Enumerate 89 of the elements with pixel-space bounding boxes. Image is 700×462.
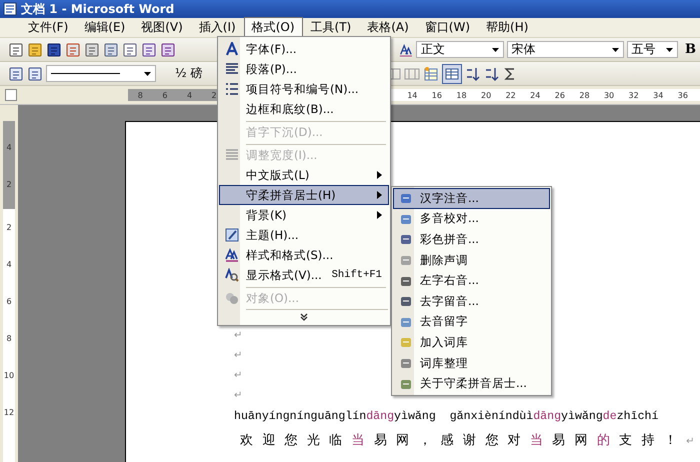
ruler-number: 14	[406, 90, 418, 100]
menu-item[interactable]: 字体(F)...	[219, 39, 389, 59]
paragraph-mark: ↵	[234, 390, 242, 401]
font-size-dropdown[interactable]: 五号	[626, 41, 678, 58]
paragraph-mark: ↵	[234, 350, 242, 361]
ruler-number: 20	[480, 90, 492, 100]
menu-item[interactable]: 关于守柔拼音居士...	[393, 373, 550, 394]
menu-bar-item[interactable]: 编辑(E)	[76, 17, 134, 38]
ruler-number: 32	[628, 90, 640, 100]
window-title: 文档 1 - Microsoft Word	[21, 0, 174, 18]
paragraph-mark: ↵	[234, 370, 242, 381]
menu-item[interactable]: 主题(H)...	[219, 225, 389, 245]
submenu-arrow-icon	[377, 191, 382, 199]
font-dropdown[interactable]: 宋体	[506, 41, 624, 58]
expand-icon[interactable]	[300, 313, 308, 321]
hanzi-line: 欢迎您光临 当 易网，感谢您对 当 易网 的 支持！↵	[240, 432, 696, 449]
menu-bar-item[interactable]: 插入(I)	[190, 17, 244, 38]
menu-item[interactable]: 去音留字	[393, 312, 550, 332]
ruler-number: 36	[676, 90, 689, 100]
line-style-dropdown[interactable]	[46, 65, 156, 82]
menu-item[interactable]: 项目符号和编号(N)...	[219, 79, 389, 99]
menu-bar-item[interactable]: 帮助(H)	[478, 17, 536, 38]
menu-item[interactable]: 删除声调	[393, 250, 550, 270]
ruler-number: 22	[504, 90, 517, 100]
dropdown-caret-icon	[666, 48, 674, 52]
menu-item[interactable]: 段落(P)...	[219, 59, 389, 79]
ruler-number: 16	[430, 90, 443, 100]
tab-selector[interactable]	[5, 89, 17, 101]
menu-item[interactable]: 去字留音...	[393, 290, 550, 312]
menu-item[interactable]: 彩色拼音...	[393, 229, 550, 250]
table-autoformat-icon[interactable]	[423, 66, 440, 82]
menu-item[interactable]: 多音校对...	[393, 208, 550, 230]
submenu-arrow-icon	[377, 211, 382, 219]
menu-item[interactable]: 边框和底纹(B)...	[219, 99, 389, 119]
object-icon	[225, 291, 239, 305]
ruler-number: 28	[578, 90, 591, 100]
menu-bar-item[interactable]: 工具(T)	[302, 17, 360, 38]
ruler-number: 26	[554, 90, 566, 100]
menu-item[interactable]: 显示格式(V)... Shift+F1	[219, 265, 389, 285]
ruler-number: 18	[455, 90, 468, 100]
menu-bar-item[interactable]: 文件(F)	[20, 17, 76, 38]
submenu-arrow-icon	[377, 171, 382, 179]
menu-bar-item[interactable]: 窗口(W)	[416, 17, 478, 38]
menu-item[interactable]: 左字右音...	[393, 270, 550, 291]
font-icon	[225, 42, 239, 56]
menu-bar-item[interactable]: 表格(A)	[359, 17, 417, 38]
styles-pane-icon[interactable]	[399, 42, 414, 58]
sort-descending-icon[interactable]	[484, 66, 500, 82]
styles-icon	[225, 248, 239, 262]
menu-item[interactable]: 中文版式(L)	[219, 165, 389, 185]
ruler-number: 2	[6, 179, 12, 191]
paragraph-icon	[225, 62, 239, 76]
menu-item[interactable]: 汉字注音...	[393, 188, 550, 209]
ruler-number: 8	[6, 333, 12, 345]
menu-item[interactable]: 加入词库	[393, 332, 550, 353]
theme-icon	[225, 228, 239, 242]
dropdown-caret-icon	[492, 48, 499, 52]
menu-item[interactable]: 样式和格式(S)...	[219, 245, 389, 265]
dropdown-caret-icon	[144, 72, 151, 76]
sort-ascending-icon[interactable]	[465, 66, 482, 82]
ruler-number: 4	[186, 90, 194, 100]
dropdown-caret-icon	[612, 48, 619, 52]
ruler-number: 24	[529, 90, 542, 100]
ruler-number: 34	[652, 90, 664, 100]
bold-button[interactable]: B	[681, 42, 700, 57]
reveal-format-icon	[225, 268, 239, 282]
ruler-number: 8	[136, 90, 144, 100]
ruler-number: 12	[4, 407, 14, 419]
menu-item[interactable]: 背景(K)	[219, 205, 389, 225]
ruler-number: 6	[6, 296, 12, 308]
menu-item[interactable]: 词库整理	[393, 352, 550, 374]
ruler-number: 2	[6, 222, 12, 234]
bullet-list-icon	[225, 82, 239, 96]
menu-bar-item[interactable]: 格式(O)	[244, 17, 303, 38]
new-document-icon[interactable]	[8, 42, 24, 58]
word-document-icon	[3, 2, 17, 16]
menu-bar-item[interactable]: 视图(V)	[133, 17, 191, 38]
pinyin-line: huānyíngnínguānglíndāngyìwǎng gǎnxièníndùìdāngyìwǎngdezhīchí	[234, 410, 660, 423]
menu-item[interactable]: 守柔拼音居士(H)	[219, 185, 389, 205]
align-icon	[225, 148, 239, 162]
ruler-number: 2	[210, 90, 218, 100]
ruler-number: 30	[602, 90, 616, 100]
ruler-number: 10	[4, 370, 14, 382]
ruler-number: 6	[161, 90, 168, 100]
line-weight-label: ½ 磅	[175, 65, 202, 82]
style-dropdown[interactable]: 正文	[416, 41, 504, 58]
ruler-number: 4	[6, 142, 12, 154]
ruler-number: 4	[6, 259, 12, 271]
paragraph-mark: ↵	[234, 330, 242, 341]
